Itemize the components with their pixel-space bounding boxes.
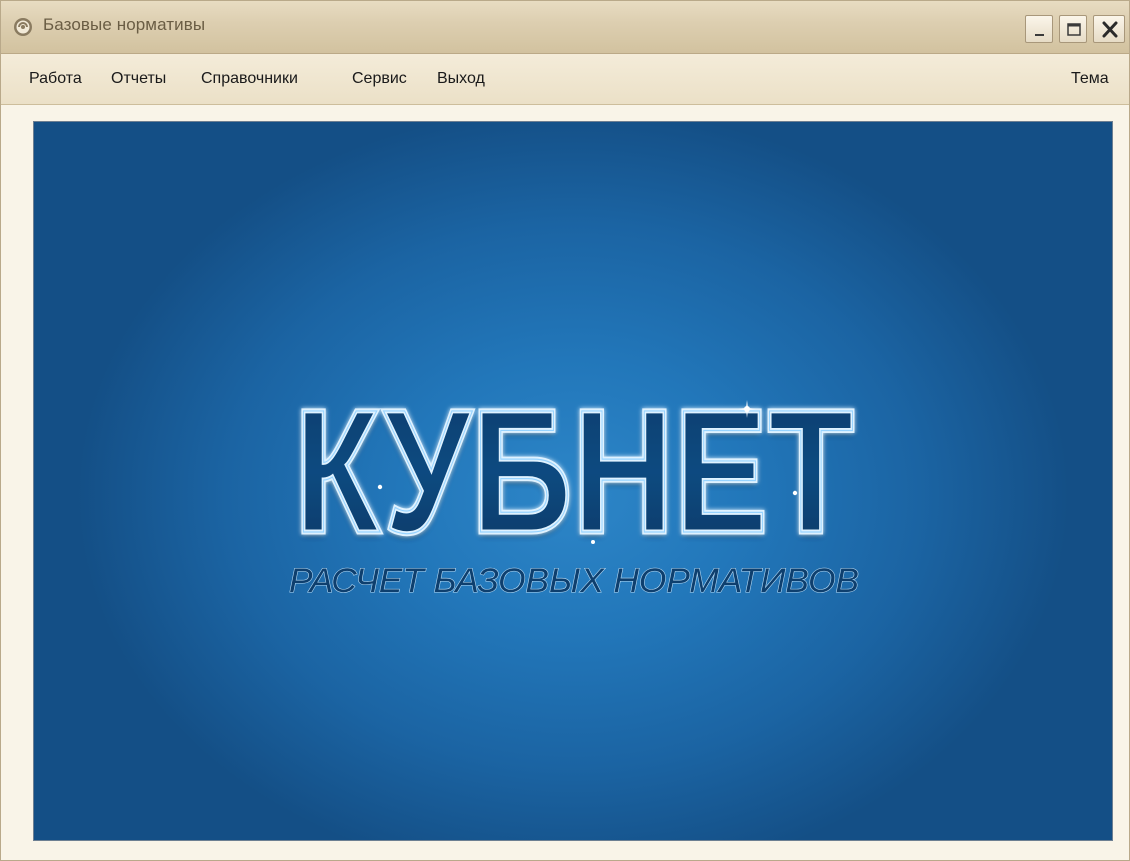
app-logo-icon [13,17,33,37]
minimize-icon [1035,34,1044,36]
app-window: Базовые нормативы Работа Отчеты Справочн… [0,0,1130,861]
menu-item-theme[interactable]: Тема [1071,70,1109,88]
maximize-button[interactable] [1059,15,1087,43]
main-content: КУБНЕТ КУБНЕТ КУБНЕТ РАСЧЕТ БАЗОВЫХ НОРМ… [1,105,1129,860]
menu-item-exit[interactable]: Выход [437,70,485,88]
menu-item-work[interactable]: Работа [29,70,82,88]
logo-inner-line: КУБНЕТ [294,374,854,570]
menu-item-references[interactable]: Справочники [201,70,298,88]
title-bar[interactable]: Базовые нормативы [1,1,1129,54]
window-title: Базовые нормативы [43,15,206,34]
close-icon [1102,21,1118,38]
maximize-icon [1067,23,1081,36]
splash-screen: КУБНЕТ КУБНЕТ КУБНЕТ РАСЧЕТ БАЗОВЫХ НОРМ… [33,121,1113,841]
menu-item-reports[interactable]: Отчеты [111,70,166,88]
close-button[interactable] [1093,15,1125,43]
minimize-button[interactable] [1025,15,1053,43]
logo-subtitle: РАСЧЕТ БАЗОВЫХ НОРМАТИВОВ [289,562,859,600]
menu-item-service[interactable]: Сервис [352,70,407,88]
kubnet-logo: КУБНЕТ КУБНЕТ КУБНЕТ РАСЧЕТ БАЗОВЫХ НОРМ… [288,372,859,601]
menu-bar: Работа Отчеты Справочники Сервис Выход Т… [1,54,1129,105]
